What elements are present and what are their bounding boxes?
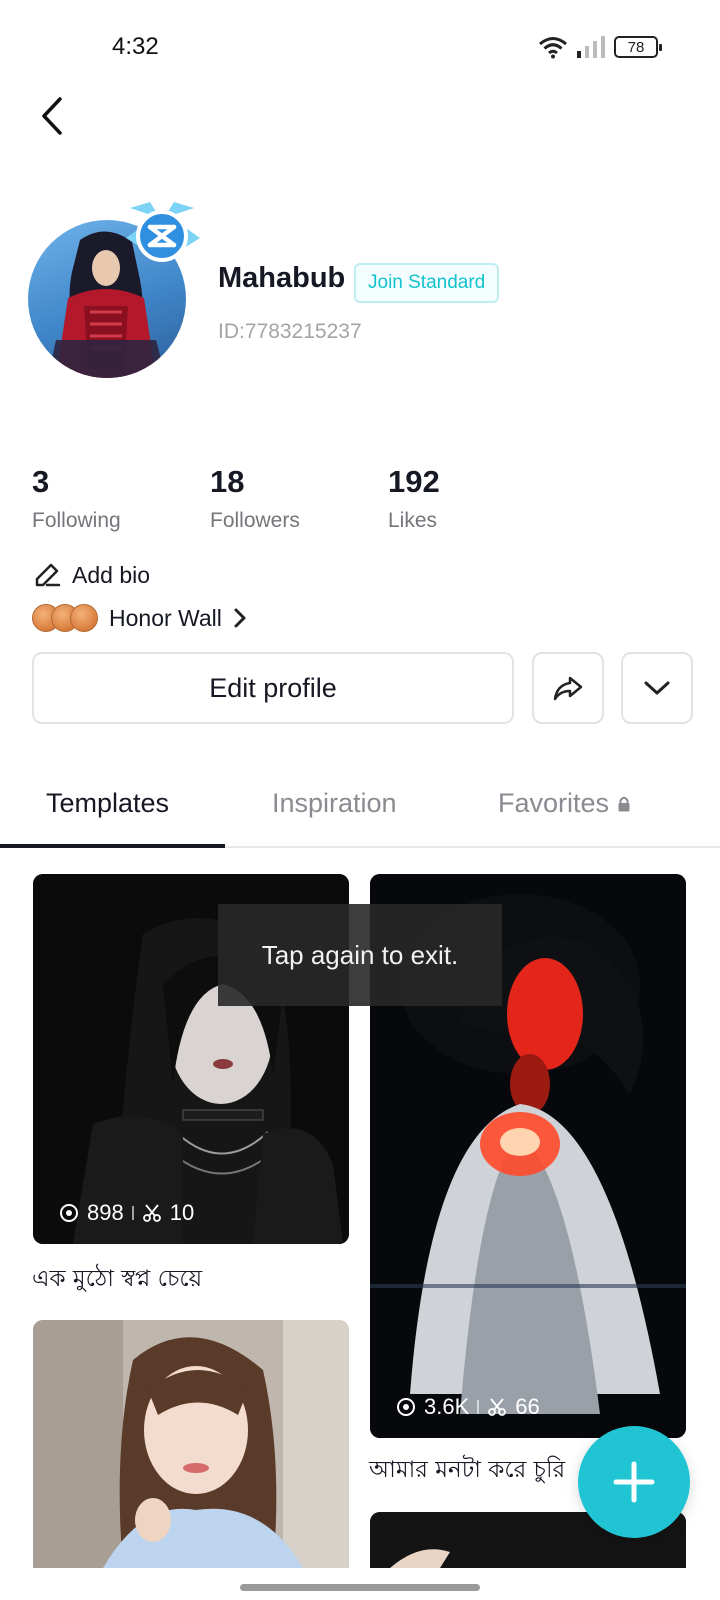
template-uses: 66 bbox=[515, 1394, 540, 1419]
more-options-button[interactable] bbox=[621, 652, 693, 724]
stat-likes[interactable]: 192 Likes bbox=[388, 466, 440, 533]
status-bar: 4:32 78 bbox=[0, 0, 720, 96]
chevron-left-icon bbox=[42, 97, 62, 135]
capcut-badge-icon bbox=[126, 202, 200, 262]
chevron-right-icon bbox=[234, 608, 246, 628]
user-id: ID:7783215237 bbox=[218, 320, 362, 343]
tab-templates-label: Templates bbox=[46, 788, 170, 818]
add-bio-button[interactable]: Add bio bbox=[32, 560, 150, 590]
stat-followers[interactable]: 18 Followers bbox=[210, 466, 300, 533]
following-label: Following bbox=[32, 509, 121, 532]
battery-level: 78 bbox=[627, 38, 645, 56]
eye-icon bbox=[397, 1398, 415, 1416]
signal-icon bbox=[577, 36, 605, 58]
honor-wall-link[interactable]: Honor Wall bbox=[32, 604, 248, 632]
template-views: 898 bbox=[87, 1200, 124, 1225]
status-time: 4:32 bbox=[112, 33, 159, 60]
create-button[interactable] bbox=[578, 1426, 690, 1538]
exit-toast: Tap again to exit. bbox=[218, 904, 502, 1006]
battery-icon: 78 bbox=[614, 36, 662, 58]
lock-icon bbox=[618, 796, 630, 811]
template-views: 3.6K bbox=[424, 1394, 470, 1419]
share-profile-button[interactable] bbox=[532, 652, 604, 724]
tab-favorites-label: Favorites bbox=[498, 788, 610, 818]
template-caption[interactable]: আমার মনটা করে চুরি bbox=[369, 1451, 565, 1490]
tab-inspiration[interactable]: Inspiration bbox=[272, 788, 397, 819]
profile-stats: 3 Following 18 Followers 192 Likes bbox=[32, 466, 712, 546]
template-thumbnail bbox=[33, 1320, 349, 1568]
template-stats: 898 10 bbox=[59, 1200, 194, 1226]
home-indicator[interactable] bbox=[240, 1584, 480, 1591]
likes-count: 192 bbox=[388, 464, 440, 499]
status-icons: 78 bbox=[538, 35, 662, 59]
wifi-icon bbox=[539, 37, 567, 59]
pencil-icon bbox=[35, 563, 61, 587]
chevron-down-icon bbox=[644, 681, 670, 695]
stat-following[interactable]: 3 Following bbox=[32, 466, 121, 533]
template-caption[interactable]: এক মুঠো স্বপ্ন চেয়ে bbox=[32, 1260, 202, 1299]
honor-wall-label: Honor Wall bbox=[109, 604, 222, 631]
active-tab-indicator bbox=[0, 844, 225, 848]
plus-icon bbox=[613, 1461, 655, 1503]
tab-inspiration-label: Inspiration bbox=[272, 788, 397, 818]
profile-tabs: Templates Inspiration Favorites bbox=[0, 770, 720, 848]
template-stats: 3.6K 66 bbox=[396, 1394, 540, 1420]
scissors-icon bbox=[142, 1204, 161, 1222]
join-standard-badge[interactable]: Join Standard bbox=[354, 263, 500, 303]
tab-templates[interactable]: Templates bbox=[46, 788, 169, 819]
followers-label: Followers bbox=[210, 509, 300, 532]
edit-profile-button[interactable]: Edit profile bbox=[32, 652, 514, 724]
followers-count: 18 bbox=[210, 464, 245, 499]
template-uses: 10 bbox=[169, 1200, 195, 1225]
tab-favorites[interactable]: Favorites bbox=[498, 788, 631, 819]
share-icon bbox=[553, 676, 583, 701]
likes-label: Likes bbox=[388, 509, 438, 532]
eye-icon bbox=[60, 1204, 78, 1222]
following-count: 3 bbox=[32, 464, 50, 499]
avatar-container[interactable] bbox=[28, 198, 208, 382]
back-button[interactable] bbox=[30, 92, 74, 140]
honor-coins-icon bbox=[32, 604, 98, 632]
add-bio-label: Add bio bbox=[72, 561, 151, 588]
template-card[interactable] bbox=[33, 1320, 349, 1568]
scissors-icon bbox=[488, 1398, 507, 1416]
username: Mahabub bbox=[218, 262, 346, 294]
